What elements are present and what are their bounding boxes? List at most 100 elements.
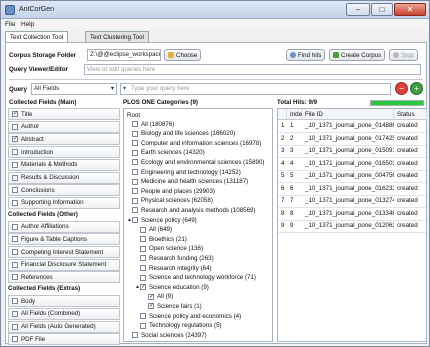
tree-item[interactable]: Biology and life sciences (166020): [127, 130, 235, 138]
checkbox[interactable]: [12, 223, 18, 230]
checkbox[interactable]: [132, 140, 138, 147]
checkbox[interactable]: [12, 135, 18, 143]
field-pdf-file[interactable]: PDF File: [8, 333, 120, 346]
checkbox[interactable]: [140, 283, 146, 291]
row-number[interactable]: 4: [278, 159, 287, 169]
field-introduction[interactable]: Introduction: [8, 146, 120, 159]
checkbox[interactable]: [12, 336, 18, 343]
tree-item[interactable]: ▲ Science policy (649): [127, 216, 197, 224]
field-abstract[interactable]: Abstract: [8, 133, 120, 146]
tree-item[interactable]: Engineering and technology (14252): [127, 168, 241, 176]
field-supporting-information[interactable]: Supporting Information: [8, 196, 120, 209]
checkbox[interactable]: [12, 174, 18, 181]
field-competing-interest-statement[interactable]: Competing Interest Statement: [8, 246, 120, 258]
close-button[interactable]: ✕: [394, 3, 426, 16]
tree-item[interactable]: Physical sciences (62058): [127, 197, 213, 205]
stop-button[interactable]: Stop: [389, 49, 418, 61]
row-number[interactable]: 6: [278, 184, 287, 194]
row-number[interactable]: 1: [278, 121, 287, 131]
tree-item[interactable]: Earth sciences (14320): [127, 149, 205, 157]
checkbox[interactable]: [132, 197, 138, 204]
checkbox[interactable]: [12, 298, 18, 305]
tree-item[interactable]: Science and technology workforce (71): [135, 274, 256, 282]
field-financial-disclosure-statement[interactable]: Financial Disclosure Statement: [8, 258, 120, 271]
checkbox[interactable]: [132, 188, 138, 195]
row-number[interactable]: 8: [278, 209, 287, 219]
minimize-button[interactable]: –: [346, 3, 370, 16]
create-corpus-button[interactable]: Create Corpus: [329, 49, 386, 61]
find-hits-button[interactable]: Find hits: [286, 49, 326, 61]
checkbox[interactable]: [132, 217, 138, 223]
checkbox[interactable]: [132, 169, 138, 175]
field-references[interactable]: References: [8, 271, 120, 284]
checkbox[interactable]: [140, 226, 146, 233]
query-viewer-input[interactable]: View or edit queries here: [84, 64, 421, 75]
checkbox[interactable]: [12, 274, 18, 281]
checkbox[interactable]: [132, 332, 138, 339]
checkbox[interactable]: [12, 149, 18, 156]
row-number[interactable]: 2: [278, 134, 287, 144]
clear-query-icon[interactable]: −: [395, 82, 408, 95]
checkbox[interactable]: [132, 178, 138, 185]
row-number[interactable]: 5: [278, 171, 287, 181]
tree-item[interactable]: Research funding (263): [135, 254, 214, 262]
checkbox[interactable]: [140, 265, 146, 271]
checkbox[interactable]: [148, 293, 154, 300]
checkbox[interactable]: [12, 110, 18, 117]
checkbox[interactable]: [12, 323, 18, 330]
field-author[interactable]: Author: [8, 120, 120, 133]
tree-item[interactable]: All (9): [143, 293, 173, 301]
checkbox[interactable]: [12, 123, 18, 130]
field-materials-methods[interactable]: Materials & Methods: [8, 158, 120, 171]
tree-item[interactable]: All (180876): [127, 120, 174, 128]
col-header-status[interactable]: Status: [394, 109, 427, 120]
corpus-folder-input[interactable]: Z:\@@eclipse_workspace\f: [87, 49, 161, 61]
checkbox[interactable]: [12, 236, 18, 243]
tree-item[interactable]: Bioethics (21): [135, 235, 187, 243]
tree-item[interactable]: Open science (136): [135, 245, 203, 253]
checkbox[interactable]: [132, 130, 138, 137]
checkbox[interactable]: [140, 313, 146, 319]
query-input[interactable]: ▾ Type your query here: [120, 83, 391, 95]
field-all-fields-combined-[interactable]: All Fields (Combined): [8, 307, 120, 320]
col-header-index[interactable]: Index: [287, 109, 305, 120]
field-author-affiliations[interactable]: Author Affiliations: [8, 220, 120, 233]
tree-item[interactable]: ▲Science education (9): [135, 283, 209, 291]
checkbox[interactable]: [132, 207, 138, 214]
tree-item[interactable]: Computer and information sciences (16978…: [127, 139, 261, 147]
checkbox[interactable]: [140, 245, 146, 252]
tree-item[interactable]: Science fairs (1): [143, 302, 202, 310]
field-title[interactable]: Title: [8, 108, 120, 120]
checkbox[interactable]: [140, 236, 146, 243]
menu-file[interactable]: File: [5, 21, 15, 28]
tree-item[interactable]: People and places (29903): [127, 187, 215, 195]
checkbox[interactable]: [12, 249, 18, 255]
tree-item[interactable]: Social sciences (24397): [127, 331, 207, 339]
row-number[interactable]: 9: [278, 221, 287, 231]
col-header-file-id[interactable]: File ID: [302, 109, 394, 120]
tree-item[interactable]: Research integrity (64): [135, 264, 212, 272]
checkbox[interactable]: [12, 261, 18, 268]
tree-item[interactable]: Medicine and health sciences (131187): [127, 178, 248, 186]
row-number[interactable]: 3: [278, 146, 287, 156]
checkbox[interactable]: [148, 302, 154, 310]
maximize-button[interactable]: □: [371, 3, 393, 16]
menu-help[interactable]: Help: [21, 21, 34, 28]
checkbox[interactable]: [132, 159, 138, 166]
tree-item[interactable]: Research and analysis methods (108569): [127, 206, 256, 214]
checkbox[interactable]: [12, 161, 18, 168]
choose-button[interactable]: Choose: [164, 49, 202, 61]
tree-item[interactable]: Ecology and environmental sciences (1589…: [127, 158, 264, 166]
checkbox[interactable]: [12, 187, 18, 194]
field-all-fields-auto-generated-[interactable]: All Fields (Auto Generated): [8, 320, 120, 333]
checkbox[interactable]: [132, 149, 138, 156]
checkbox[interactable]: [132, 121, 138, 127]
checkbox[interactable]: [140, 274, 146, 281]
checkbox[interactable]: [140, 322, 146, 329]
checkbox[interactable]: [12, 199, 18, 206]
field-figure-table-captions[interactable]: Figure & Table Captions: [8, 233, 120, 246]
field-results-discussion[interactable]: Results & Discussion: [8, 171, 120, 184]
field-body[interactable]: Body: [8, 295, 120, 308]
tree-item[interactable]: All (649): [135, 226, 172, 234]
add-query-icon[interactable]: +: [410, 82, 423, 95]
